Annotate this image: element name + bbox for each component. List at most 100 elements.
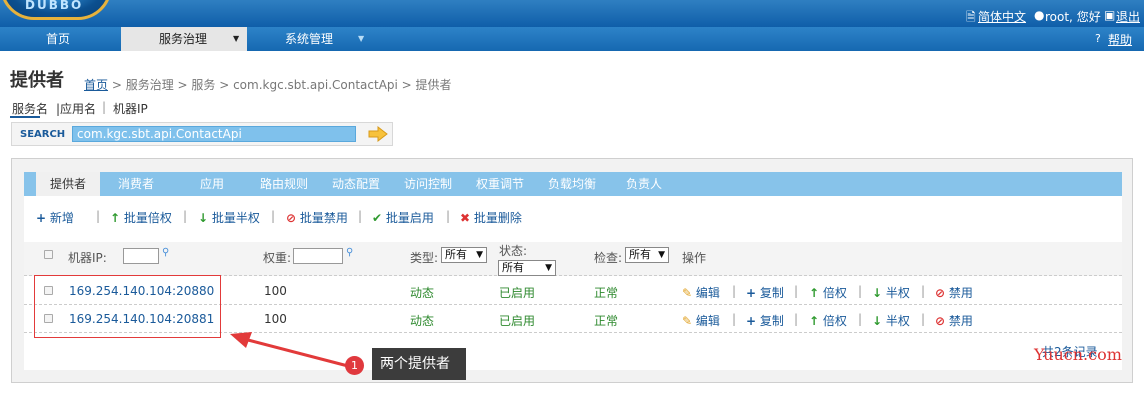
watermark: Yuucn.com: [1034, 345, 1122, 364]
edit-label: 编辑: [695, 286, 720, 300]
divider: |: [183, 209, 188, 223]
search-mode-ip[interactable]: 机器IP: [113, 100, 148, 117]
double-weight-button[interactable]: ↑ 倍权: [809, 284, 847, 301]
divider: |: [794, 284, 799, 298]
type-filter-select[interactable]: 所有 ▼: [441, 247, 487, 263]
disable-button[interactable]: ⊘ 禁用: [935, 284, 973, 301]
arrow-up-icon: ↑: [809, 286, 820, 300]
ban-icon: ⊘: [286, 211, 297, 225]
divider: |: [96, 209, 101, 223]
search-icon[interactable]: ⚲: [346, 247, 353, 258]
check-cell: 正常: [594, 286, 619, 300]
weight-filter-input[interactable]: [293, 248, 343, 264]
batch-disable-button[interactable]: ⊘ 批量禁用: [286, 209, 348, 226]
tab-load-balance[interactable]: 负载均衡: [542, 172, 602, 196]
ip-header: 机器IP:: [68, 251, 107, 265]
tab-owner[interactable]: 负责人: [620, 172, 668, 196]
type-header: 类型:: [410, 251, 439, 265]
divider: |: [358, 209, 363, 223]
copy-button[interactable]: + 复制: [746, 284, 784, 301]
logout-link[interactable]: 退出: [1116, 8, 1140, 25]
batch-half-weight-button[interactable]: ↓ 批量半权: [198, 209, 260, 226]
divider: |: [921, 312, 926, 326]
close-icon: ✖: [460, 211, 471, 225]
user-icon: ●: [1034, 8, 1045, 22]
arrow-down-icon: ↓: [872, 286, 883, 300]
divider: |: [732, 312, 737, 326]
add-button[interactable]: + 新增: [36, 209, 74, 226]
nav-item-service-governance[interactable]: 服务治理 ▼: [121, 27, 247, 51]
dropdown-arrow-icon: ▼: [476, 250, 483, 260]
divider: |: [732, 284, 737, 298]
edit-button[interactable]: ✎ 编辑: [682, 284, 720, 301]
batch-double-weight-label: 批量倍权: [123, 211, 172, 225]
select-all-checkbox[interactable]: [44, 250, 53, 259]
plus-icon: +: [36, 211, 47, 225]
divider: |: [794, 312, 799, 326]
half-weight-button[interactable]: ↓ 半权: [872, 312, 910, 329]
breadcrumb-home-link[interactable]: 首页: [84, 78, 108, 92]
batch-double-weight-button[interactable]: ↑ 批量倍权: [110, 209, 172, 226]
check-header: 检查:: [594, 251, 623, 265]
provider-panel-inner: 提供者 消费者 应用 路由规则 动态配置 访问控制 权重调节 负载均衡 负责人 …: [24, 172, 1122, 370]
annotation-callout: 两个提供者: [372, 348, 466, 380]
tab-bar: 提供者 消费者 应用 路由规则 动态配置 访问控制 权重调节 负载均衡 负责人: [24, 172, 1122, 196]
double-weight-label: 倍权: [822, 314, 847, 328]
status-header: 状态:: [499, 244, 528, 258]
search-icon[interactable]: ⚲: [162, 247, 169, 258]
help-icon: ?: [1095, 32, 1101, 45]
disable-button[interactable]: ⊘ 禁用: [935, 312, 973, 329]
help-link[interactable]: 帮助: [1108, 31, 1132, 48]
batch-delete-label: 批量删除: [473, 211, 522, 225]
divider: |: [921, 284, 926, 298]
annotation-highlight-box: [34, 275, 221, 338]
language-link[interactable]: 简体中文: [978, 8, 1026, 25]
tab-access-control[interactable]: 访问控制: [398, 172, 458, 196]
ip-filter-input[interactable]: [123, 248, 159, 264]
batch-enable-button[interactable]: ✔ 批量启用: [372, 209, 434, 226]
divider: |: [858, 312, 863, 326]
top-banner: DUBBO 🗎 简体中文 ● root, 您好 ▣ 退出: [0, 0, 1144, 27]
tab-dynamic-config[interactable]: 动态配置: [326, 172, 386, 196]
search-input[interactable]: com.kgc.sbt.api.ContactApi: [72, 126, 356, 142]
page-title: 提供者: [10, 70, 64, 91]
nav-item-system-management[interactable]: 系统管理 ▼: [248, 27, 374, 51]
breadcrumb: 首页 > 服务治理 > 服务 > com.kgc.sbt.api.Contact…: [84, 76, 452, 93]
divider: |: [446, 209, 451, 223]
check-filter-select[interactable]: 所有 ▼: [625, 247, 669, 263]
search-mode-underline: [10, 116, 40, 118]
tab-consumers[interactable]: 消费者: [108, 172, 164, 196]
user-greeting: root, 您好: [1045, 10, 1101, 24]
tab-applications[interactable]: 应用: [188, 172, 236, 196]
tab-routing-rules[interactable]: 路由规则: [254, 172, 314, 196]
half-weight-button[interactable]: ↓ 半权: [872, 284, 910, 301]
batch-half-weight-label: 批量半权: [211, 211, 260, 225]
edit-button[interactable]: ✎ 编辑: [682, 312, 720, 329]
dropdown-arrow-icon: ▼: [658, 250, 665, 260]
copy-label: 复制: [759, 286, 784, 300]
main-nav: 首页 服务治理 ▼ 系统管理 ▼ ? 帮助: [0, 27, 1144, 51]
search-arrow-icon[interactable]: [368, 126, 388, 142]
tab-providers[interactable]: 提供者: [36, 172, 100, 196]
nav-item-home[interactable]: 首页: [0, 27, 116, 51]
status-filter-select[interactable]: 所有 ▼: [498, 260, 556, 276]
batch-delete-button[interactable]: ✖ 批量删除: [460, 209, 522, 226]
arrow-down-icon: ↓: [872, 314, 883, 328]
half-weight-label: 半权: [885, 286, 910, 300]
dubbo-logo: DUBBO: [0, 0, 112, 20]
plus-icon: +: [746, 286, 757, 300]
double-weight-button[interactable]: ↑ 倍权: [809, 312, 847, 329]
search-label: SEARCH: [20, 129, 66, 140]
check-filter-value: 所有: [629, 248, 651, 261]
pencil-icon: ✎: [682, 286, 693, 300]
search-mode-application[interactable]: |应用名: [56, 100, 96, 117]
tab-weight[interactable]: 权重调节: [470, 172, 530, 196]
edit-label: 编辑: [695, 314, 720, 328]
search-mode-service[interactable]: 服务名: [12, 100, 48, 117]
double-weight-label: 倍权: [822, 286, 847, 300]
pencil-icon: ✎: [682, 314, 693, 328]
divider: |: [858, 284, 863, 298]
copy-button[interactable]: + 复制: [746, 312, 784, 329]
weight-header: 权重:: [263, 251, 292, 265]
batch-enable-label: 批量启用: [385, 211, 434, 225]
